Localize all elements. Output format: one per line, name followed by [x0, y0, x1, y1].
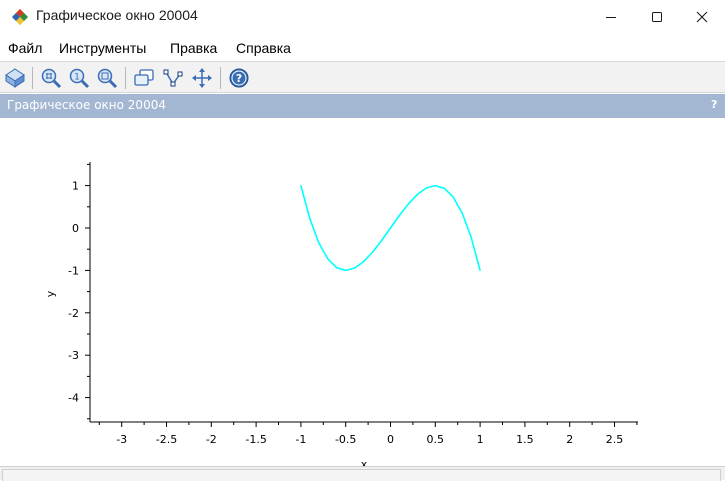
menu-edit[interactable]: Правка	[170, 40, 217, 56]
scilab-app-icon	[12, 9, 28, 25]
close-icon	[696, 11, 708, 23]
y-tick-label: -1	[68, 264, 79, 277]
panel-header: Графическое окно 20004 ?	[0, 94, 725, 118]
y-tick-label: 0	[72, 222, 79, 235]
data-point	[443, 187, 445, 189]
data-point	[389, 227, 392, 229]
svg-text:1: 1	[74, 73, 80, 83]
x-tick-label: -1.5	[245, 433, 266, 446]
rotate-button[interactable]	[3, 66, 27, 90]
close-button[interactable]	[679, 0, 725, 34]
pan-button[interactable]	[190, 66, 214, 90]
data-point	[327, 258, 329, 260]
zoom-in-icon	[41, 68, 62, 89]
x-tick-label: -2	[206, 433, 217, 446]
toolbar-separator	[220, 67, 221, 89]
data-point	[407, 203, 410, 205]
x-axis-label: x	[361, 458, 368, 466]
help-icon: ?	[229, 68, 249, 88]
zoom-out-icon	[97, 68, 118, 89]
maximize-icon	[652, 12, 662, 22]
datatip-icon	[134, 69, 154, 86]
help-button[interactable]: ?	[227, 66, 251, 90]
plot-area[interactable]: -3 -2.5 -2 -1.5 -1 -0.5 0 0.5 1 1.5 2 2.5 1 0 -1 -2 -3 -4…	[0, 118, 725, 471]
data-point	[300, 185, 302, 187]
data-point	[380, 239, 383, 242]
status-field	[2, 469, 721, 481]
x-tick-label: -2.5	[156, 433, 177, 446]
panel-title: Графическое окно 20004	[7, 98, 166, 112]
data-point	[479, 269, 481, 271]
y-tick-label: -2	[68, 307, 79, 320]
edit-curve-icon	[163, 69, 183, 87]
y-axis-label: y	[44, 290, 57, 297]
data-point	[452, 196, 454, 198]
data-point	[371, 251, 374, 253]
data-point	[363, 260, 365, 263]
menu-help[interactable]: Справка	[236, 40, 291, 56]
y-tick-label: -4	[68, 392, 79, 405]
data-point	[345, 269, 347, 271]
rotate-icon	[5, 68, 25, 88]
status-bar	[0, 466, 725, 481]
menu-tools[interactable]: Инструменты	[59, 40, 146, 56]
x-tick-label: -3	[116, 433, 127, 446]
data-point	[354, 267, 356, 269]
data-point	[416, 193, 418, 196]
menu-bar: Файл Инструменты Правка Справка	[0, 36, 725, 60]
menu-file[interactable]: Файл	[8, 40, 42, 56]
data-point	[461, 212, 463, 214]
zoom-original-icon: 1	[69, 68, 90, 89]
y-tick-label: 1	[72, 180, 79, 193]
data-point	[434, 185, 436, 187]
x-tick-label: 2.5	[606, 433, 624, 446]
svg-text:?: ?	[236, 72, 242, 85]
panel-help-button[interactable]: ?	[711, 98, 717, 111]
x-tick-label: 1	[477, 433, 484, 446]
pan-icon	[192, 68, 212, 88]
toolbar-separator	[125, 67, 126, 89]
title-bar: Графическое окно 20004	[0, 0, 725, 34]
zoom-original-button[interactable]: 1	[67, 66, 91, 90]
y-tick-label: -3	[68, 349, 79, 362]
x-tick-label: 0.5	[427, 433, 445, 446]
x-tick-label: 0	[387, 433, 394, 446]
data-point	[318, 242, 320, 244]
zoom-in-button[interactable]	[39, 66, 63, 90]
data-point	[336, 267, 338, 269]
toolbar-separator	[32, 67, 33, 89]
chart: -3 -2.5 -2 -1.5 -1 -0.5 0 0.5 1 1.5 2 2.5 1 0 -1 -2 -3 -4…	[44, 162, 638, 471]
toolbar: 1 ?	[0, 61, 725, 93]
edit-curve-button[interactable]	[161, 66, 185, 90]
minimize-button[interactable]	[588, 0, 634, 34]
datatip-button[interactable]	[132, 66, 156, 90]
x-tick-label: -1	[295, 433, 306, 446]
data-point	[425, 187, 427, 189]
maximize-button[interactable]	[634, 0, 680, 34]
data-point	[309, 218, 311, 220]
minimize-icon	[606, 17, 616, 18]
x-tick-label: 1.5	[516, 433, 534, 446]
data-point	[470, 236, 472, 238]
window-title: Графическое окно 20004	[36, 7, 198, 23]
x-tick-label: -0.5	[335, 433, 356, 446]
data-point	[398, 214, 401, 217]
zoom-out-button[interactable]	[95, 66, 119, 90]
x-tick-label: 2	[566, 433, 573, 446]
